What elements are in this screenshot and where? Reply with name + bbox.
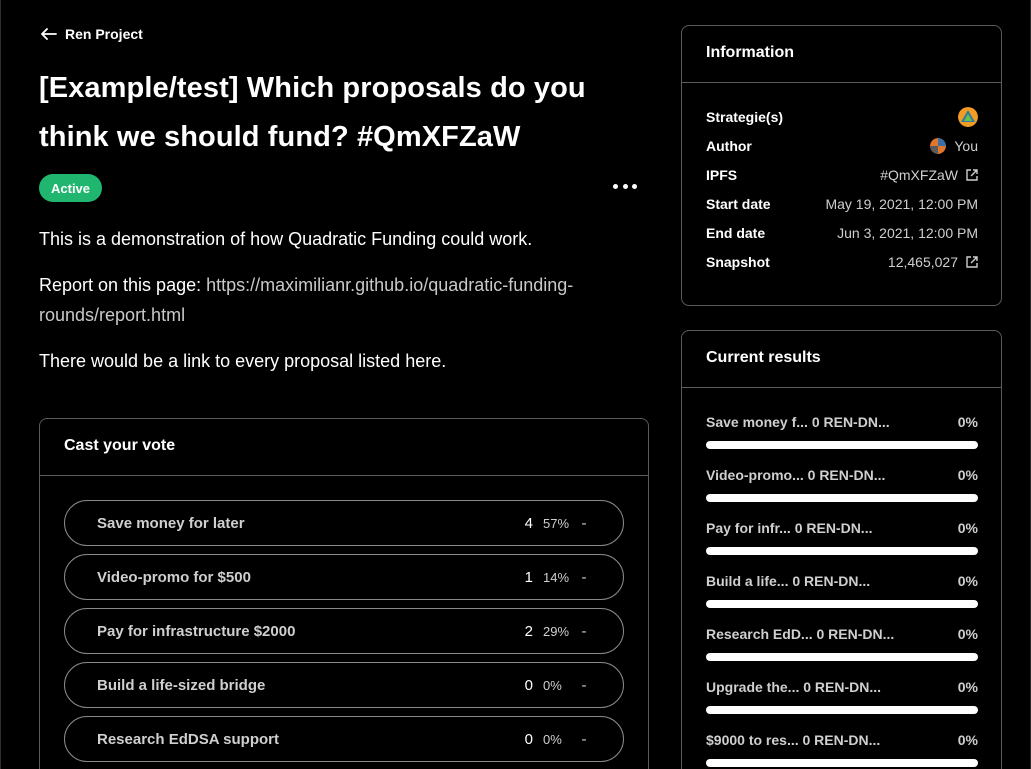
body-paragraph: Report on this page: https://maximilianr…: [39, 270, 649, 330]
proposal-title: [Example/test] Which proposals do you th…: [39, 72, 586, 153]
body-text: Report on this page:: [39, 275, 207, 295]
result-progress-bar: [706, 600, 978, 608]
info-key: Snapshot: [706, 254, 770, 270]
decrease-button[interactable]: -: [577, 515, 591, 532]
body-paragraph: There would be a link to every proposal …: [39, 351, 447, 371]
info-row-end-date: End date Jun 3, 2021, 12:00 PM: [706, 222, 978, 244]
vote-choice[interactable]: Research EdDSA support 0 0% -: [64, 716, 624, 762]
information-card-title: Information: [682, 26, 1001, 83]
result-percent: 0%: [957, 520, 978, 536]
result-progress-bar: [706, 759, 978, 767]
choice-count: 4: [524, 514, 533, 532]
result-progress-bar: [706, 547, 978, 555]
result-percent: 0%: [957, 626, 978, 642]
body-paragraph: This is a demonstration of how Quadratic…: [39, 229, 533, 249]
vote-choice[interactable]: Video-promo for $500 1 14% -: [64, 554, 624, 600]
result-label: Save money f... 0 REN-DN...: [706, 414, 890, 430]
choice-label: Video-promo for $500: [97, 568, 251, 586]
choice-percent: 14%: [543, 569, 570, 585]
result-progress-bar: [706, 441, 978, 449]
info-row-ipfs: IPFS #QmXFZaW: [706, 164, 978, 186]
external-link-icon[interactable]: [966, 169, 978, 181]
start-date-value: May 19, 2021, 12:00 PM: [825, 196, 978, 212]
result-item: Video-promo... 0 REN-DN... 0%: [706, 465, 978, 502]
back-link[interactable]: Ren Project: [41, 26, 143, 42]
choice-percent: 29%: [543, 623, 570, 639]
status-badge: Active: [39, 174, 103, 202]
page-frame: Ren Project [Example/test] Which proposa…: [0, 0, 1031, 769]
result-label: Research EdD... 0 REN-DN...: [706, 626, 895, 642]
snapshot-block[interactable]: 12,465,027: [888, 254, 958, 270]
vote-card-title: Cast your vote: [40, 419, 648, 476]
result-item: Save money f... 0 REN-DN... 0%: [706, 412, 978, 449]
author-avatar: [930, 138, 947, 154]
result-item: Research EdD... 0 REN-DN... 0%: [706, 624, 978, 661]
vote-card: Cast your vote Save money for later 4 57…: [39, 418, 649, 769]
choice-percent: 57%: [543, 515, 570, 531]
info-row-snapshot: Snapshot 12,465,027: [706, 251, 978, 273]
choice-percent: 0%: [543, 677, 562, 693]
back-link-label: Ren Project: [65, 26, 143, 42]
vote-choice[interactable]: Pay for infrastructure $2000 2 29% -: [64, 608, 624, 654]
ipfs-hash[interactable]: #QmXFZaW: [880, 167, 958, 183]
results-card: Current results Save money f... 0 REN-DN…: [681, 330, 1002, 769]
result-progress-bar: [706, 653, 978, 661]
info-key: End date: [706, 225, 766, 241]
result-item: $9000 to res... 0 REN-DN... 0%: [706, 730, 978, 767]
decrease-button[interactable]: -: [577, 623, 591, 640]
choice-count: 0: [524, 730, 533, 748]
info-key: IPFS: [706, 167, 738, 183]
info-row-start-date: Start date May 19, 2021, 12:00 PM: [706, 193, 978, 215]
vote-choice[interactable]: Save money for later 4 57% -: [64, 500, 624, 546]
result-label: Build a life... 0 REN-DN...: [706, 573, 871, 589]
proposal-body: This is a demonstration of how Quadratic…: [39, 224, 649, 392]
result-percent: 0%: [957, 414, 978, 430]
external-link-icon[interactable]: [966, 256, 978, 268]
decrease-button[interactable]: -: [577, 731, 591, 748]
author-name[interactable]: You: [954, 138, 978, 154]
choice-label: Save money for later: [97, 514, 245, 532]
choice-percent: 0%: [543, 731, 562, 747]
result-percent: 0%: [957, 467, 978, 483]
choice-count: 2: [524, 622, 533, 640]
result-item: Build a life... 0 REN-DN... 0%: [706, 571, 978, 608]
results-card-title: Current results: [682, 331, 1001, 388]
info-key: Author: [706, 138, 752, 154]
decrease-button[interactable]: -: [577, 677, 591, 694]
information-card: Information Strategie(s) Author You IPFS…: [681, 25, 1002, 306]
more-dots-icon[interactable]: [613, 176, 637, 196]
choice-label: Research EdDSA support: [97, 730, 279, 748]
strategy-logo-icon[interactable]: [958, 107, 978, 127]
result-progress-bar: [706, 494, 978, 502]
info-key: Strategie(s): [706, 109, 784, 125]
result-label: Video-promo... 0 REN-DN...: [706, 467, 886, 483]
choice-label: Pay for infrastructure $2000: [97, 622, 296, 640]
result-label: Pay for infr... 0 REN-DN...: [706, 520, 873, 536]
result-percent: 0%: [957, 679, 978, 695]
result-item: Upgrade the... 0 REN-DN... 0%: [706, 677, 978, 714]
result-label: Upgrade the... 0 REN-DN...: [706, 679, 882, 695]
end-date-value: Jun 3, 2021, 12:00 PM: [837, 225, 978, 241]
arrow-left-icon: [41, 28, 57, 40]
info-row-strategies: Strategie(s): [706, 106, 978, 128]
decrease-button[interactable]: -: [577, 569, 591, 586]
choice-label: Build a life-sized bridge: [97, 676, 266, 694]
result-label: $9000 to res... 0 REN-DN...: [706, 732, 881, 748]
info-key: Start date: [706, 196, 771, 212]
info-row-author: Author You: [706, 135, 978, 157]
choice-count: 0: [524, 676, 533, 694]
result-item: Pay for infr... 0 REN-DN... 0%: [706, 518, 978, 555]
choice-count: 1: [524, 568, 533, 586]
result-percent: 0%: [957, 732, 978, 748]
result-percent: 0%: [957, 573, 978, 589]
result-progress-bar: [706, 706, 978, 714]
vote-choice[interactable]: Build a life-sized bridge 0 0% -: [64, 662, 624, 708]
